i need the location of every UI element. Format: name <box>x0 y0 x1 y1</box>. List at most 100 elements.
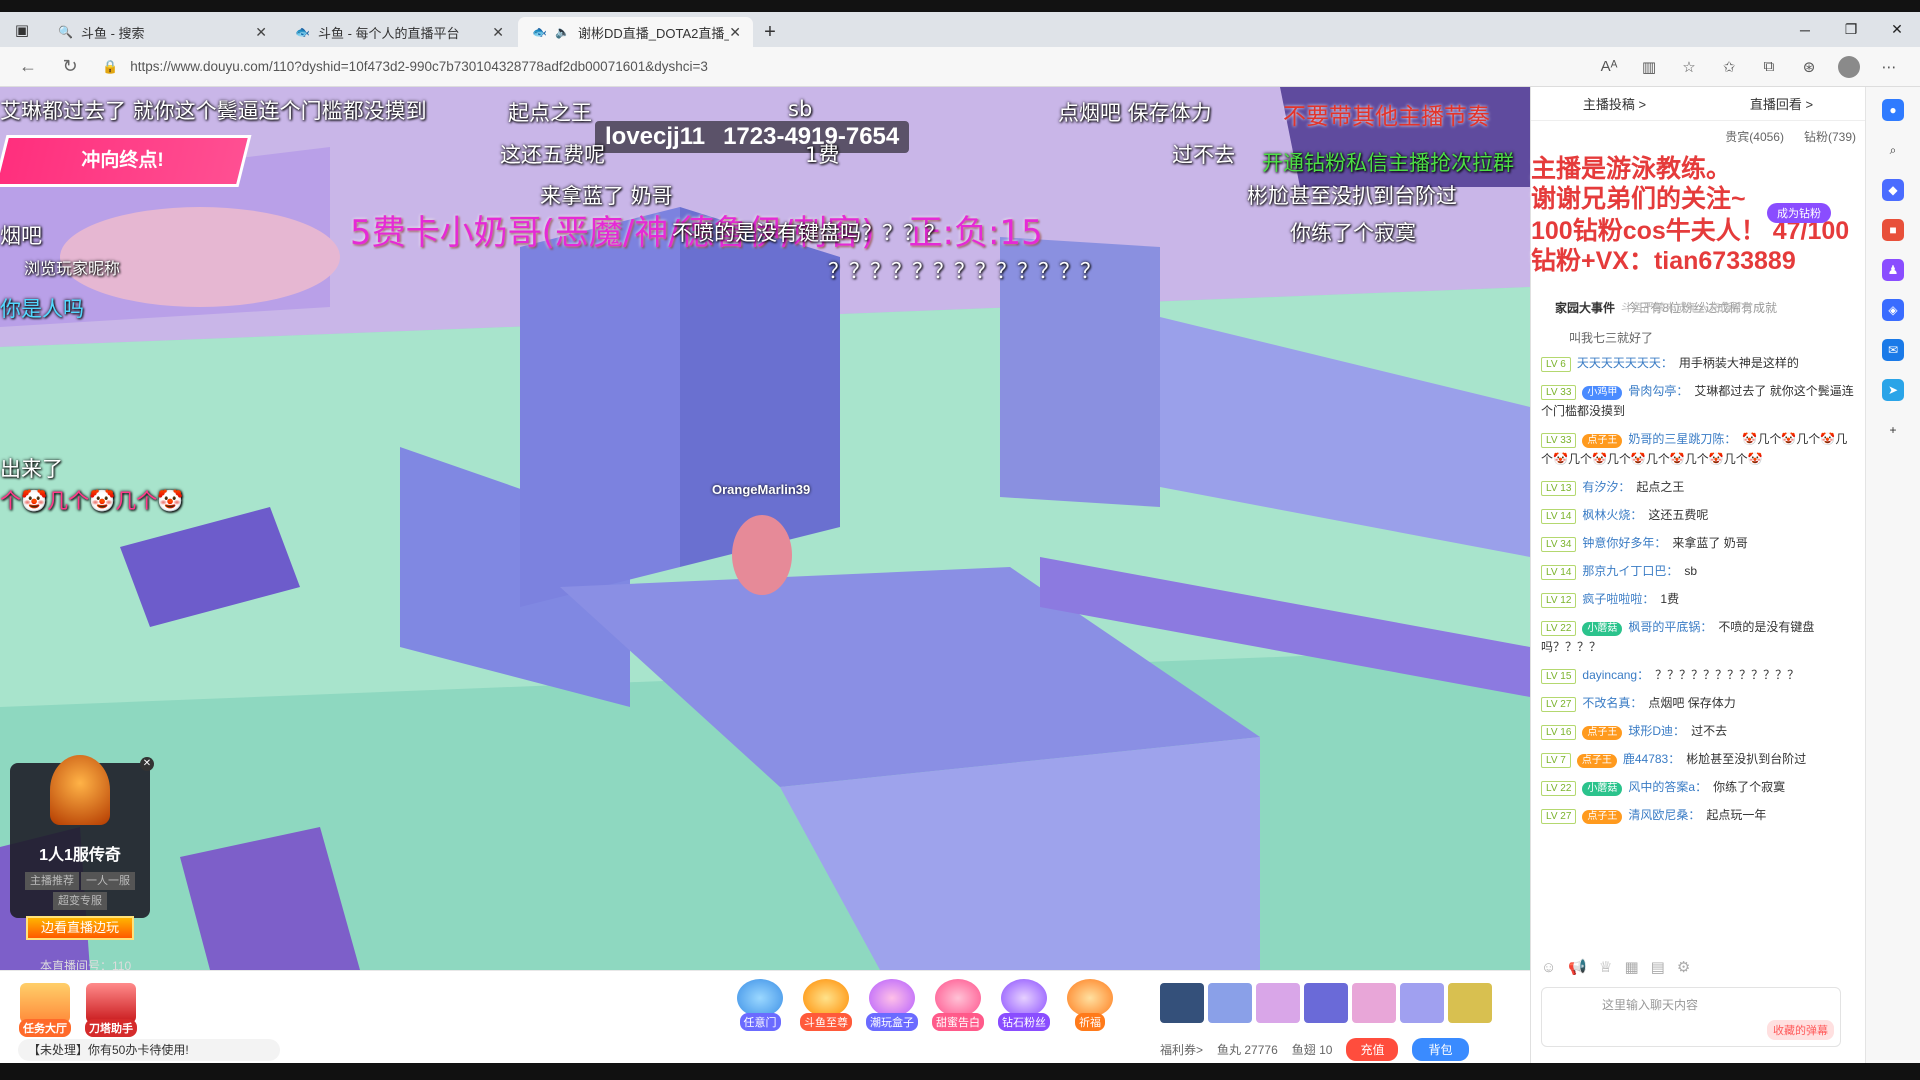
toolbox-icon[interactable]: ■ <box>1882 219 1904 241</box>
danmu: 你是人吗 <box>0 297 84 321</box>
url-field[interactable]: 🔒 https://www.douyu.com/110?dyshid=10f47… <box>102 59 1590 75</box>
replay-link[interactable]: 直播回看 > <box>1750 94 1813 113</box>
close-icon[interactable]: ✕ <box>729 24 741 41</box>
chat-username[interactable]: 有汐汐： <box>1582 480 1630 494</box>
chat-username[interactable]: 钟意你好多年： <box>1582 536 1666 550</box>
tab-actions-button[interactable]: ▣ <box>0 12 44 47</box>
chat-message: LV 27 点子王 清风欧尼桑： 起点玩一年 <box>1531 801 1866 829</box>
become-diamond-button[interactable]: 成为钻粉 <box>1767 203 1831 223</box>
user-level-badge: LV 27 <box>1541 809 1577 824</box>
prop-item[interactable] <box>1256 983 1300 1023</box>
fan-badge[interactable]: 小鸡甲 <box>1582 386 1623 400</box>
shopping-icon[interactable]: ◆ <box>1882 179 1904 201</box>
gift-record-icon[interactable]: ▤ <box>1651 958 1665 976</box>
emoji-icon[interactable]: ☺ <box>1541 959 1556 976</box>
chat-input[interactable]: 这里输入聊天内容 收藏的弹幕 <box>1541 987 1841 1047</box>
favorites-icon[interactable]: ✩ <box>1710 52 1748 82</box>
fan-badge[interactable]: 点子王 <box>1582 726 1623 740</box>
video-player[interactable]: 冲向终点! lovecjj11 1723-4919-7654 艾琳都过去了 就你… <box>0 87 1530 970</box>
browser-tab-1[interactable]: 🔍 斗鱼 - 搜索 ✕ <box>44 17 279 47</box>
window-controls: ─ ❐ ✕ <box>1782 12 1920 47</box>
backpack-button[interactable]: 背包 <box>1412 1038 1469 1061</box>
chat-username[interactable]: 奶哥的三星跳刀陈： <box>1628 432 1736 446</box>
address-bar: ← ↻ 🔒 https://www.douyu.com/110?dyshid=1… <box>0 47 1920 87</box>
extensions-icon[interactable]: ⊛ <box>1790 52 1828 82</box>
prop-item[interactable] <box>1352 983 1396 1023</box>
refresh-icon[interactable]: ↻ <box>52 49 88 85</box>
fan-badge[interactable]: 小蘑菇 <box>1582 782 1623 796</box>
chat-username[interactable]: 鹿44783： <box>1623 752 1680 766</box>
close-icon[interactable]: ✕ <box>255 24 267 41</box>
chat-username[interactable]: 骨肉勾亭： <box>1628 384 1688 398</box>
chat-username[interactable]: 枫林火烧： <box>1582 508 1642 522</box>
fan-badge[interactable]: 点子王 <box>1582 810 1623 824</box>
minimize-icon[interactable]: ─ <box>1782 22 1828 38</box>
close-window-icon[interactable]: ✕ <box>1874 21 1920 38</box>
gift-blessing[interactable]: 祈福 <box>1060 979 1120 1031</box>
fan-badge[interactable]: 点子王 <box>1576 754 1617 768</box>
games-icon[interactable]: ♟ <box>1882 259 1904 281</box>
read-aloud-icon[interactable]: Aᴬ <box>1590 52 1628 82</box>
favorite-star-icon[interactable]: ☆ <box>1670 52 1708 82</box>
more-menu-icon[interactable]: ⋯ <box>1870 52 1908 82</box>
toybox-icon <box>869 979 915 1017</box>
speaker-icon[interactable]: 🔈 <box>555 25 570 39</box>
new-tab-button[interactable]: + <box>755 17 785 47</box>
prop-item[interactable] <box>1304 983 1348 1023</box>
chat-username[interactable]: 清风欧尼桑： <box>1628 808 1700 822</box>
profile-avatar[interactable] <box>1830 52 1868 82</box>
welfare-link[interactable]: 福利券> <box>1160 1041 1203 1058</box>
user-level-badge: LV 13 <box>1541 481 1577 496</box>
gift-portal[interactable]: 任意门 <box>730 979 790 1031</box>
chat-username[interactable]: dayincang： <box>1582 668 1649 682</box>
close-icon[interactable]: ✕ <box>140 757 154 771</box>
recharge-button[interactable]: 充值 <box>1346 1038 1399 1061</box>
gift-toybox[interactable]: 潮玩盒子 <box>862 979 922 1031</box>
chat-username[interactable]: 风中的答案a： <box>1628 780 1707 794</box>
back-icon[interactable]: ← <box>10 49 46 85</box>
game-ad-card[interactable]: ✕ 1人1服传奇 主播推荐 一人一服 超变专服 边看直播边玩 <box>10 755 154 940</box>
danmu: 过不去 <box>1172 143 1235 167</box>
send-icon[interactable]: ➤ <box>1882 379 1904 401</box>
gift-supreme[interactable]: 斗鱼至尊 <box>796 979 856 1031</box>
browser-tab-3[interactable]: 🐟 🔈 谢彬DD直播_DOTA2直播_斗 ✕ <box>518 17 753 47</box>
dota-helper-button[interactable]: 刀塔助手 <box>82 983 140 1037</box>
task-hall-button[interactable]: 任务大厅 <box>16 983 74 1037</box>
url-text: https://www.douyu.com/110?dyshid=10f473d… <box>130 59 708 74</box>
add-icon[interactable]: + <box>1882 419 1904 441</box>
search-icon[interactable]: ⌕ <box>1882 139 1904 161</box>
task-icon <box>20 983 70 1023</box>
prop-item[interactable] <box>1448 983 1492 1023</box>
chat-username[interactable]: 球形D迪： <box>1628 724 1685 738</box>
chat-username[interactable]: 不改名真： <box>1582 696 1642 710</box>
restore-icon[interactable]: ❐ <box>1828 21 1874 38</box>
notification-icon[interactable]: ● <box>1882 99 1904 121</box>
gift-confession[interactable]: 甜蜜告白 <box>928 979 988 1031</box>
outlook-icon[interactable]: ✉ <box>1882 339 1904 361</box>
prop-item[interactable] <box>1400 983 1444 1023</box>
browser-tab-2[interactable]: 🐟 斗鱼 - 每个人的直播平台 ✕ <box>281 17 516 47</box>
settings-icon[interactable]: ⚙ <box>1677 958 1690 976</box>
fan-badge[interactable]: 点子王 <box>1582 434 1623 448</box>
fan-badge[interactable]: 小蘑菇 <box>1582 622 1623 636</box>
close-icon[interactable]: ✕ <box>492 24 504 41</box>
megaphone-icon[interactable]: 📢 <box>1568 958 1587 976</box>
ad-play-button[interactable]: 边看直播边玩 <box>26 916 134 940</box>
gift-diamond-fan[interactable]: 钻石粉丝 <box>994 979 1054 1031</box>
badge-icon[interactable]: ♕ <box>1599 958 1612 976</box>
chat-username[interactable]: 疯子啦啦啦： <box>1582 592 1654 606</box>
prop-item[interactable] <box>1208 983 1252 1023</box>
notice-bar[interactable]: 【未处理】你有50办卡待使用! <box>18 1039 280 1061</box>
office-icon[interactable]: ◈ <box>1882 299 1904 321</box>
chat-username[interactable]: 那京九イ丁口巴： <box>1582 564 1678 578</box>
chat-username[interactable]: 枫哥的平底锅： <box>1628 620 1712 634</box>
submission-link[interactable]: 主播投稿 > <box>1583 94 1646 113</box>
collections-icon[interactable]: ⧉ <box>1750 52 1788 82</box>
prop-item[interactable] <box>1160 983 1204 1023</box>
edge-sidebar: ● ⌕ ◆ ■ ♟ ◈ ✉ ➤ + <box>1865 87 1920 1063</box>
user-level-badge: LV 22 <box>1541 781 1577 796</box>
saved-danmu-button[interactable]: 收藏的弹幕 <box>1767 1020 1834 1040</box>
fan-card-icon[interactable]: ▦ <box>1624 958 1638 976</box>
chat-username[interactable]: 天天天天天天天： <box>1577 356 1673 370</box>
split-screen-icon[interactable]: ▥ <box>1630 52 1668 82</box>
